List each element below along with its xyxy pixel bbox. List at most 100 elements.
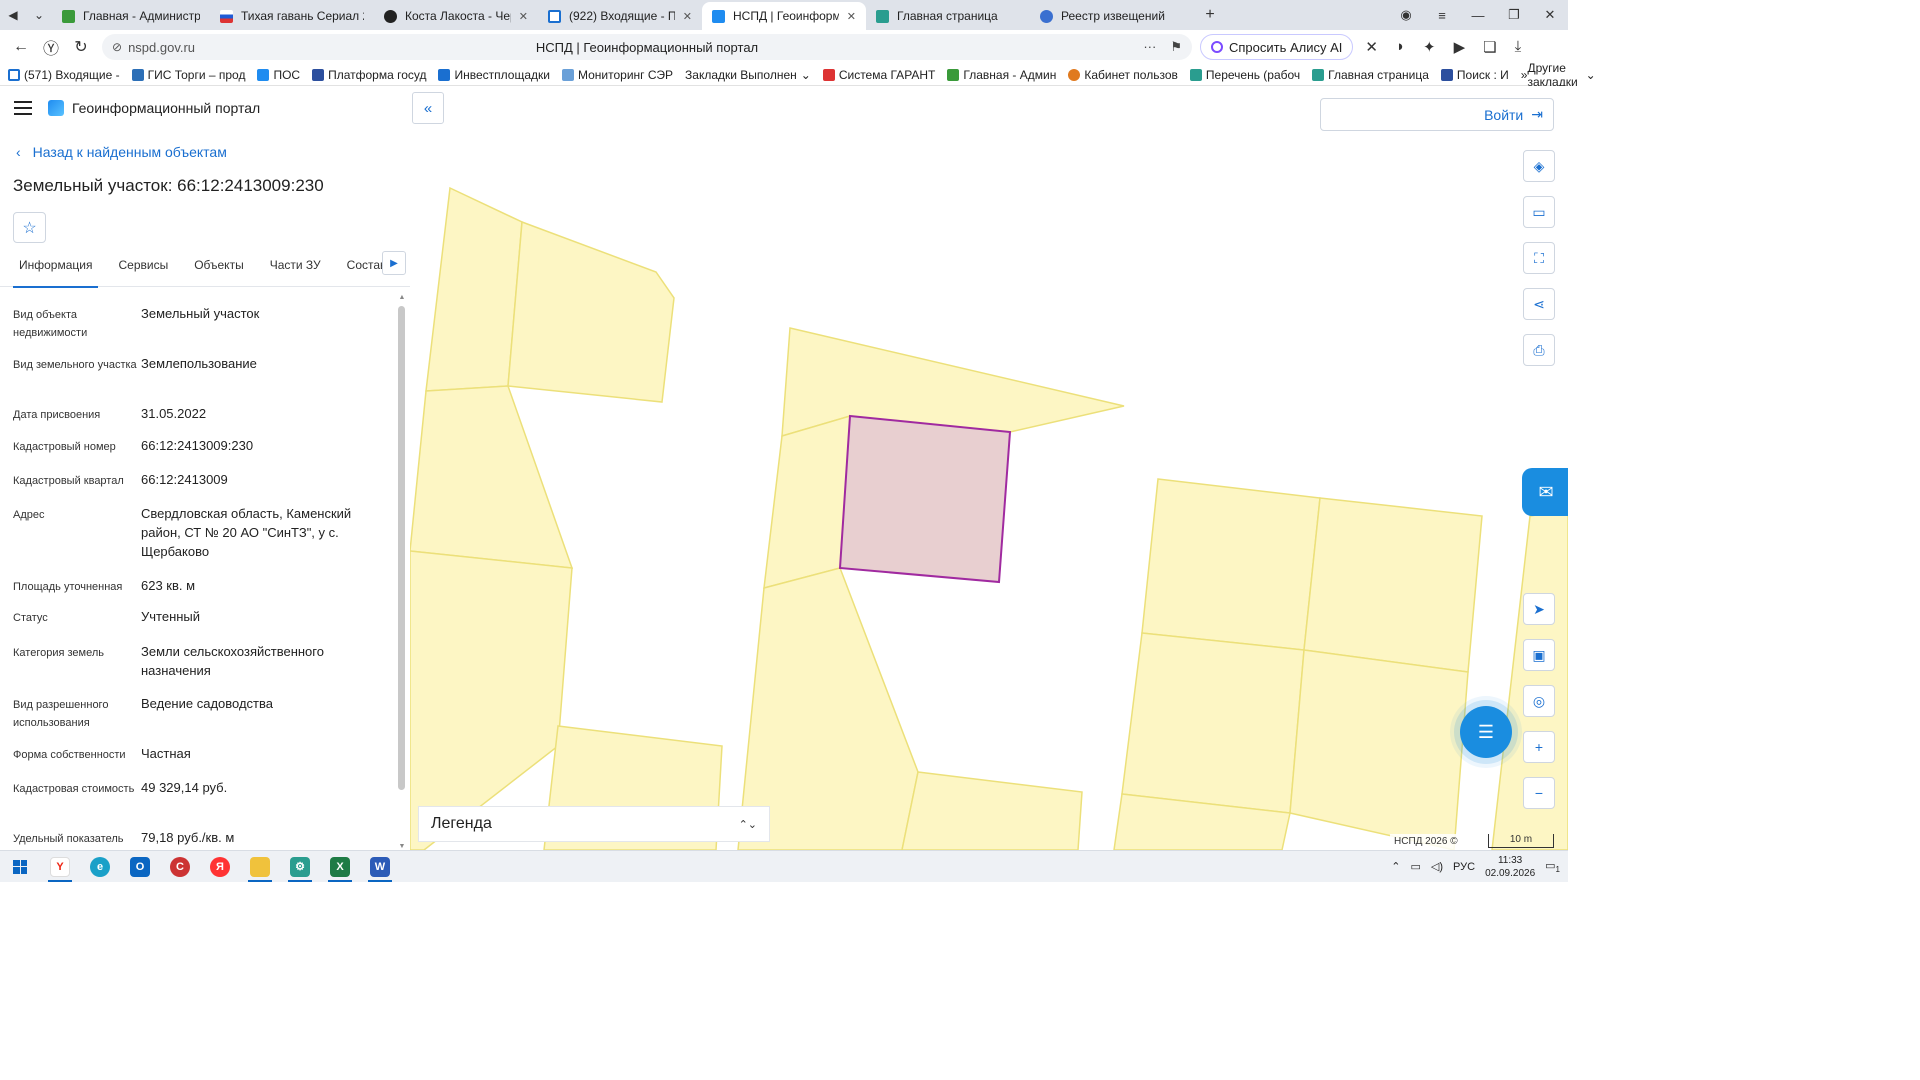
notifications-icon[interactable]: ▭1 xyxy=(1545,859,1560,874)
expand-toggle-icon[interactable]: ⌃⌄ xyxy=(739,818,757,831)
network-icon[interactable]: ▭ xyxy=(1411,860,1421,873)
bookmark-item[interactable]: Перечень (рабоч xyxy=(1189,68,1300,82)
close-tab-icon[interactable]: ✕ xyxy=(519,10,528,23)
legend-panel[interactable]: Легенда ⌃⌄ xyxy=(418,806,770,842)
close-window-icon[interactable]: ✕ xyxy=(1532,7,1568,23)
back-arrow-icon[interactable]: ← xyxy=(6,32,36,62)
print-button[interactable]: ⎙ xyxy=(1523,334,1555,366)
bookmark-item[interactable]: Кабинет пользов xyxy=(1068,68,1178,82)
taskbar-word[interactable]: W xyxy=(360,851,400,883)
sound-icon[interactable]: ◀ xyxy=(0,0,26,30)
site-info-icon[interactable]: ⊘ xyxy=(112,40,122,54)
more-dots-icon[interactable]: ··· xyxy=(1143,39,1156,55)
taskbar-explorer[interactable] xyxy=(240,851,280,883)
layers-button[interactable]: ◈ xyxy=(1523,150,1555,182)
tab-information[interactable]: Информация xyxy=(13,257,99,288)
language-indicator[interactable]: РУС xyxy=(1453,861,1475,873)
ruler-button[interactable]: ▭ xyxy=(1523,196,1555,228)
restore-icon[interactable]: ❐ xyxy=(1496,7,1532,23)
ask-alice-button[interactable]: Спросить Алису AI xyxy=(1200,34,1354,60)
bookmark-item[interactable]: Поиск : И xyxy=(1440,68,1509,82)
tab-objects[interactable]: Объекты xyxy=(188,257,250,287)
tray-chevron-up-icon[interactable]: ⌃ xyxy=(1391,860,1400,873)
taskbar-excel[interactable]: X xyxy=(320,851,360,883)
start-button[interactable] xyxy=(0,851,40,883)
minimize-icon[interactable]: — xyxy=(1460,8,1496,23)
extension-icons: ✕ ◗ ✦ ▶ ❏ ⤓ xyxy=(1365,38,1521,56)
collapse-panel-button[interactable]: « xyxy=(412,92,444,124)
select-area-button[interactable]: ⛶ xyxy=(1523,242,1555,274)
page-title-in-url: НСПД | Геоинформационный портал xyxy=(535,39,759,55)
map-canvas[interactable]: « Войти ⇥ ◈ ▭ ⛶ ⋖ ⎙ ✉ ➤ ▣ ◎ + − ☰ Легенд… xyxy=(410,86,1568,850)
cabinet-icon xyxy=(1068,68,1081,81)
browser-tab[interactable]: Коста Лакоста - Чер ✕ xyxy=(374,2,538,30)
adblock-icon[interactable]: ◗ xyxy=(1396,38,1405,56)
cadastral-map[interactable] xyxy=(410,86,1568,850)
scrollbar-thumb[interactable] xyxy=(398,306,405,790)
browser-tab[interactable]: (922) Входящие - Почта М ✕ xyxy=(538,2,702,30)
menu-icon[interactable]: ≡ xyxy=(1424,8,1460,23)
back-to-results-link[interactable]: ‹ Назад к найденным объектам xyxy=(0,144,410,160)
reload-icon[interactable]: ↻ xyxy=(66,32,96,62)
bookmark-item[interactable]: Главная страница xyxy=(1312,68,1429,82)
browser-tab[interactable]: Главная страница xyxy=(866,2,1030,30)
chat-button[interactable]: ☰ xyxy=(1460,706,1512,758)
bookmark-item[interactable]: Главная - Админ xyxy=(947,68,1056,82)
taskbar-app-green[interactable]: ⚙ xyxy=(280,851,320,883)
panel-scrollbar[interactable]: ▲ ▼ xyxy=(398,294,406,850)
browser-tab[interactable]: Реестр извещений xyxy=(1030,2,1194,30)
bookmark-item[interactable]: ГИС Торги – прод xyxy=(131,68,245,82)
close-tab-icon[interactable]: ✕ xyxy=(683,10,692,23)
layers-icon: ◈ xyxy=(1533,157,1545,174)
favorite-button[interactable]: ☆ xyxy=(13,212,46,243)
profile-icon[interactable]: ◉ xyxy=(1388,7,1424,23)
taskbar-yandex-browser[interactable]: Y xyxy=(40,851,80,883)
close-tab-icon[interactable]: ✕ xyxy=(847,10,856,23)
scroll-up-icon[interactable]: ▲ xyxy=(398,294,406,301)
bookmark-item[interactable]: Система ГАРАНТ xyxy=(822,68,935,82)
yandex-icon[interactable]: Ⓨ xyxy=(36,32,66,62)
tabs-dropdown-icon[interactable]: ⌄ xyxy=(26,0,52,30)
bookmark-item[interactable]: Мониторинг СЭР xyxy=(561,68,673,82)
clock[interactable]: 11:33 02.09.2026 xyxy=(1485,854,1535,880)
taskbar-outlook[interactable]: O xyxy=(120,851,160,883)
taskbar-yandex[interactable]: Я xyxy=(200,851,240,883)
taskbar-edge[interactable]: e xyxy=(80,851,120,883)
minimap-button[interactable]: ▣ xyxy=(1523,639,1555,671)
other-bookmarks[interactable]: Другие закладки ⌄ xyxy=(1527,61,1595,89)
bookmark-item[interactable]: ПОС xyxy=(257,68,300,82)
feedback-tab[interactable]: ✉ xyxy=(1522,468,1568,516)
collections-icon[interactable]: ❏ xyxy=(1483,38,1496,56)
hamburger-menu-icon[interactable] xyxy=(14,101,32,115)
taskbar-app-c[interactable]: C xyxy=(160,851,200,883)
locate-button[interactable]: ➤ xyxy=(1523,593,1555,625)
url-field[interactable]: ⊘ nspd.gov.ru НСПД | Геоинформационный п… xyxy=(102,34,1192,60)
downloads-icon[interactable]: ⤓ xyxy=(1515,38,1522,56)
bookmark-item[interactable]: Платформа госуд xyxy=(312,68,426,82)
bookmark-item[interactable]: (571) Входящие - xyxy=(8,68,120,82)
search-location-button[interactable]: ◎ xyxy=(1523,685,1555,717)
volume-icon[interactable]: ◁) xyxy=(1431,860,1443,873)
ccleaner-icon: C xyxy=(170,856,190,877)
browser-tab-active[interactable]: НСПД | Геоинформаци ✕ xyxy=(702,2,866,30)
new-tab-icon[interactable]: + xyxy=(1200,5,1220,25)
tab-services[interactable]: Сервисы xyxy=(112,257,174,287)
login-button[interactable]: Войти ⇥ xyxy=(1320,98,1554,131)
yandex-icon: Я xyxy=(210,856,230,877)
browser-tab[interactable]: Тихая гавань Сериал 202 xyxy=(210,2,374,30)
bookmark-item[interactable]: Инвестплощадки xyxy=(438,68,550,82)
bookmark-folder[interactable]: Закладки Выполнен ⌄ xyxy=(685,68,811,82)
puzzle-icon[interactable]: ✦ xyxy=(1423,38,1436,56)
zoom-out-button[interactable]: − xyxy=(1523,777,1555,809)
scroll-down-icon[interactable]: ▼ xyxy=(398,843,406,850)
zoom-in-button[interactable]: + xyxy=(1523,731,1555,763)
tab-parts[interactable]: Части ЗУ xyxy=(264,257,327,287)
bookmark-icon[interactable]: ⚑ xyxy=(1170,39,1182,55)
media-icon[interactable]: ▶ xyxy=(1454,38,1466,56)
extension-icon[interactable]: ✕ xyxy=(1365,38,1378,56)
more-bookmarks-icon[interactable]: » xyxy=(1521,68,1528,82)
share-button[interactable]: ⋖ xyxy=(1523,288,1555,320)
browser-tab[interactable]: Главная - Администраци xyxy=(52,2,210,30)
portal-logo[interactable]: Геоинформационный портал xyxy=(48,100,260,116)
tabs-next-button[interactable]: ▶ xyxy=(382,251,406,275)
